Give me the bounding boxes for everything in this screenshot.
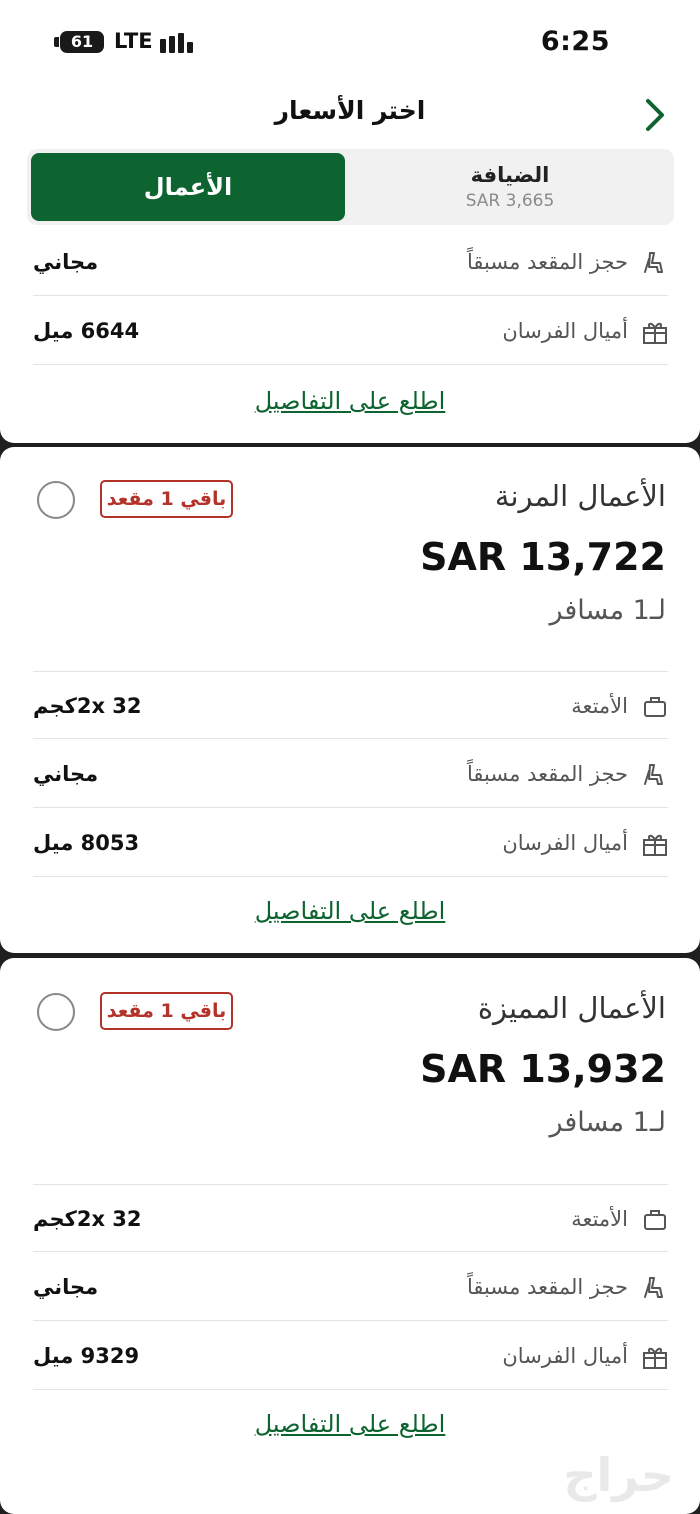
- gift-icon: [643, 322, 667, 344]
- tab-economy-price: SAR 3,665: [465, 191, 555, 211]
- row-label: الأمتعة: [571, 1207, 628, 1231]
- miles-row: أميال الفرسان 6644 ميل: [33, 297, 668, 365]
- row-value: مجاني: [33, 762, 99, 786]
- page-title: اختر الأسعار: [274, 96, 426, 125]
- seat-selection-row: حجز المقعد مسبقاً مجاني: [33, 1253, 668, 1321]
- details-link[interactable]: اطلع على التفاصيل: [0, 387, 700, 415]
- signal-icon: [160, 31, 198, 53]
- miles-row: أميال الفرسان 8053 ميل: [33, 809, 668, 877]
- row-value: 2x 32كجم: [33, 1207, 142, 1231]
- app-screen: 61 LTE 6:25 اختر الأسعار الأعمال الضيافة…: [0, 0, 700, 1514]
- row-label: حجز المقعد مسبقاً: [467, 762, 628, 786]
- details-link[interactable]: اطلع على التفاصيل: [0, 897, 700, 925]
- tab-business[interactable]: الأعمال: [31, 153, 345, 221]
- seat-selection-row: حجز المقعد مسبقاً مجاني: [33, 740, 668, 808]
- status-time: 6:25: [540, 26, 610, 57]
- network-type: LTE: [114, 29, 153, 53]
- fare-price: SAR 13,722: [420, 535, 666, 579]
- seat-icon: [644, 764, 663, 785]
- luggage-icon: [644, 1210, 666, 1230]
- row-label: أميال الفرسان: [502, 831, 628, 855]
- tab-business-label: الأعمال: [143, 173, 233, 201]
- gift-icon: [643, 834, 667, 856]
- row-label: أميال الفرسان: [502, 1344, 628, 1368]
- row-value: 8053 ميل: [33, 831, 140, 855]
- tab-economy-label: الضيافة: [470, 163, 550, 187]
- cabin-segmented-control: الأعمال الضيافة SAR 3,665: [27, 149, 674, 225]
- fare-title: الأعمال المميزة: [477, 991, 666, 1025]
- fare-card-premium[interactable]: باقي 1 مقعد الأعمال المميزة SAR 13,932 ل…: [0, 958, 700, 1514]
- baggage-row: الأمتعة 2x 32كجم: [33, 671, 668, 739]
- row-value: 2x 32كجم: [33, 694, 142, 718]
- seat-icon: [644, 1277, 663, 1298]
- gift-icon: [643, 1347, 667, 1369]
- fare-price: SAR 13,932: [420, 1047, 666, 1091]
- row-label: أميال الفرسان: [502, 319, 628, 343]
- baggage-row: الأمتعة 2x 32كجم: [33, 1184, 668, 1252]
- row-value: 9329 ميل: [33, 1344, 140, 1368]
- battery-tip: [54, 37, 59, 47]
- miles-row: أميال الفرسان 9329 ميل: [33, 1322, 668, 1390]
- row-label: حجز المقعد مسبقاً: [467, 1275, 628, 1299]
- fare-per-passenger: لـ1 مسافر: [549, 1107, 667, 1138]
- row-value: مجاني: [33, 1275, 99, 1299]
- fare-radio[interactable]: [37, 481, 75, 519]
- row-label: الأمتعة: [571, 694, 628, 718]
- nav-row: اختر الأسعار: [0, 88, 700, 138]
- watermark-logo: حراج: [563, 1448, 674, 1502]
- status-bar: 61 LTE 6:25: [0, 0, 700, 80]
- chevron-right-icon[interactable]: [642, 98, 668, 132]
- header: 61 LTE 6:25 اختر الأسعار الأعمال الضيافة…: [0, 0, 700, 240]
- fare-card-flex[interactable]: باقي 1 مقعد الأعمال المرنة SAR 13,722 لـ…: [0, 447, 700, 953]
- luggage-icon: [644, 697, 666, 717]
- fare-card-partial: حجز المقعد مسبقاً مجاني أميال الفرسان 66…: [0, 225, 700, 443]
- row-value: 6644 ميل: [33, 319, 140, 343]
- fare-radio[interactable]: [37, 993, 75, 1031]
- seats-left-badge: باقي 1 مقعد: [100, 480, 233, 518]
- battery-icon: 61: [60, 31, 104, 53]
- fare-title: الأعمال المرنة: [494, 479, 666, 513]
- tab-economy[interactable]: الضيافة SAR 3,665: [350, 153, 670, 221]
- seat-icon: [644, 252, 663, 273]
- details-link[interactable]: اطلع على التفاصيل: [0, 1410, 700, 1438]
- fare-per-passenger: لـ1 مسافر: [549, 595, 667, 626]
- seats-left-badge: باقي 1 مقعد: [100, 992, 233, 1030]
